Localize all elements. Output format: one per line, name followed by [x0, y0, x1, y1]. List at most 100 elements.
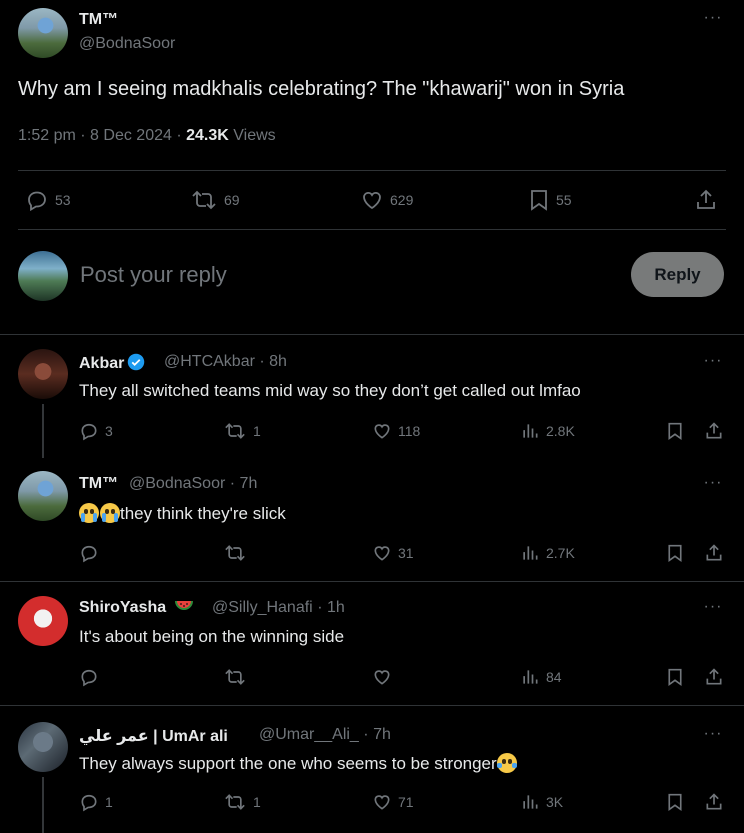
meta-separator: ·	[317, 599, 323, 616]
comment-author-name[interactable]: TM™	[79, 475, 118, 493]
reply-count: 1	[105, 794, 113, 810]
reply-count: 53	[55, 192, 71, 208]
share-icon	[697, 189, 715, 209]
comment-author-name[interactable]: عمر علي | UmAr ali	[79, 726, 228, 746]
meta-separator: ·	[80, 127, 86, 144]
reply-action[interactable]: 53	[25, 188, 71, 212]
divider	[0, 705, 744, 706]
repost-action[interactable]: 1	[223, 792, 261, 812]
meta-separator: ·	[229, 475, 236, 492]
analytics-icon	[523, 546, 538, 560]
comment-meta: @HTCAkbar · 8h	[164, 353, 287, 371]
share-icon	[706, 422, 722, 439]
repost-icon	[225, 545, 245, 561]
bookmark-action[interactable]	[666, 792, 684, 812]
more-options-icon[interactable]: ···	[703, 599, 723, 621]
comment-handle[interactable]: @HTCAkbar	[164, 353, 255, 370]
comment-time[interactable]: 1h	[327, 599, 345, 616]
meta-separator: ·	[363, 726, 369, 743]
avatar[interactable]	[18, 596, 68, 646]
views-count: 84	[546, 669, 562, 685]
repost-action[interactable]: 1	[223, 421, 261, 441]
more-options-icon[interactable]: ···	[703, 10, 723, 32]
comment-author-name[interactable]: Akbar	[79, 353, 145, 373]
reply-action[interactable]	[79, 543, 99, 563]
bookmark-action[interactable]	[666, 543, 684, 563]
analytics-icon	[523, 795, 538, 809]
post-date[interactable]: 8 Dec 2024	[90, 127, 172, 144]
comment-handle[interactable]: @Umar__Ali_	[259, 726, 359, 743]
views-action[interactable]: 2.7K	[520, 543, 575, 563]
repost-count: 1	[253, 423, 261, 439]
comment-author-label: ShiroYasha	[79, 599, 167, 616]
repost-count: 69	[224, 192, 240, 208]
heart-icon	[374, 670, 390, 685]
thread-line	[42, 404, 44, 458]
laughing-crying-face-emoji	[496, 753, 517, 773]
like-action[interactable]: 31	[372, 543, 414, 563]
avatar[interactable]	[18, 471, 68, 521]
more-options-icon[interactable]: ···	[703, 726, 723, 748]
like-action[interactable]: 71	[372, 792, 414, 812]
repost-count: 1	[253, 794, 261, 810]
thread-line	[42, 777, 44, 833]
repost-action[interactable]: 69	[190, 188, 240, 212]
like-count: 31	[398, 545, 414, 561]
author-avatar[interactable]	[18, 8, 68, 58]
comment-author-name[interactable]: ShiroYasha	[79, 599, 194, 617]
share-action[interactable]	[704, 667, 724, 687]
like-action[interactable]: 118	[372, 421, 420, 441]
comment-handle[interactable]: @BodnaSoor	[129, 475, 225, 492]
author-handle[interactable]: @BodnaSoor	[79, 35, 175, 53]
share-icon	[706, 793, 722, 810]
more-options-icon[interactable]: ···	[703, 475, 723, 497]
repost-action[interactable]	[223, 667, 247, 687]
avatar[interactable]	[18, 722, 68, 772]
reply-action[interactable]: 3	[79, 421, 113, 441]
bookmark-icon	[668, 793, 682, 811]
comment-time[interactable]: 7h	[373, 726, 391, 743]
bookmark-action[interactable]: 55	[528, 188, 572, 212]
reply-action[interactable]	[79, 667, 99, 687]
comment-text-row: They always support the one who seems to…	[79, 753, 517, 774]
post-time[interactable]: 1:52 pm	[18, 127, 76, 144]
bookmark-action[interactable]	[666, 421, 684, 441]
comment-handle[interactable]: @Silly_Hanafi	[212, 599, 313, 616]
share-action[interactable]	[694, 188, 718, 212]
share-action[interactable]	[704, 543, 724, 563]
crying-face-emoji	[100, 503, 120, 523]
repost-icon	[225, 794, 245, 810]
reply-action[interactable]: 1	[79, 792, 113, 812]
reply-input[interactable]: Post your reply	[80, 262, 227, 288]
bookmark-icon	[668, 668, 682, 686]
like-action[interactable]	[372, 667, 392, 687]
views-count: 2.8K	[546, 423, 575, 439]
comment-text: They all switched teams mid way so they …	[79, 381, 581, 400]
bookmark-icon	[531, 190, 547, 211]
comment-meta: @BodnaSoor · 7h	[129, 475, 257, 493]
repost-action[interactable]	[223, 543, 247, 563]
like-count: 118	[398, 423, 421, 439]
author-name[interactable]: TM™	[79, 11, 118, 29]
like-action[interactable]: 629	[360, 188, 413, 212]
views-action[interactable]: 3K	[520, 792, 563, 812]
comment-time[interactable]: 8h	[269, 353, 287, 370]
heart-icon	[374, 546, 390, 561]
comment-meta: @Silly_Hanafi · 1h	[212, 599, 345, 617]
views-action[interactable]: 84	[520, 667, 562, 687]
repost-icon	[225, 669, 245, 685]
reply-button[interactable]: Reply	[631, 252, 724, 297]
post-text: Why am I seeing madkhalis celebrating? T…	[18, 78, 625, 100]
share-action[interactable]	[704, 792, 724, 812]
like-count: 629	[390, 192, 414, 208]
bookmark-count: 55	[556, 192, 572, 208]
meta-separator: ·	[259, 353, 265, 370]
bookmark-action[interactable]	[666, 667, 684, 687]
more-options-icon[interactable]: ···	[703, 353, 723, 375]
views-count: 2.7K	[546, 545, 575, 561]
share-action[interactable]	[704, 421, 724, 441]
reply-icon	[81, 545, 97, 563]
views-action[interactable]: 2.8K	[520, 421, 575, 441]
comment-time[interactable]: 7h	[240, 475, 258, 492]
avatar[interactable]	[18, 349, 68, 399]
